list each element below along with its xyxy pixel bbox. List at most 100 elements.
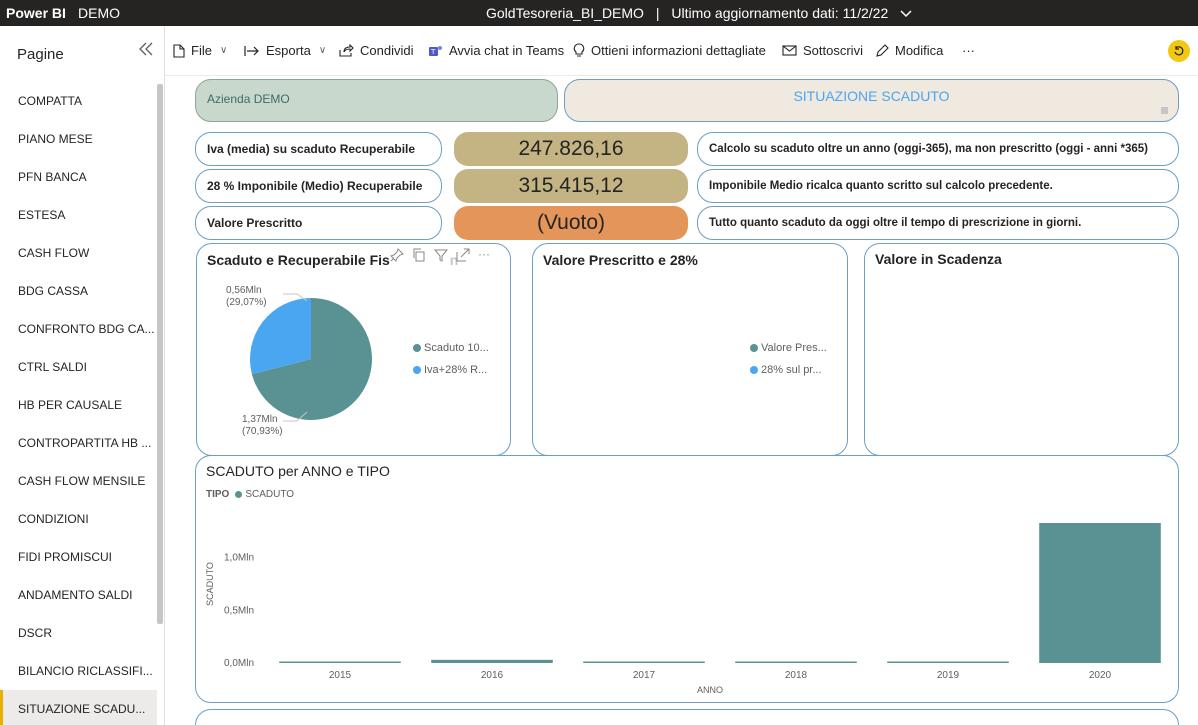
- lightbulb-icon: [573, 43, 585, 57]
- page-item[interactable]: DSCR: [0, 614, 157, 652]
- mail-icon: [782, 45, 797, 56]
- kpi-value: 247.826,16: [454, 132, 688, 166]
- kpi-label: 28 % Imponibile (Medio) Recuperabile: [195, 169, 442, 203]
- workspace-name[interactable]: DEMO: [78, 5, 120, 21]
- edit-label: Modifica: [895, 43, 944, 58]
- file-label: File: [191, 43, 212, 58]
- bar-2019[interactable]: [887, 661, 1009, 664]
- report-title: SITUAZIONE SCADUTO: [793, 88, 950, 104]
- chevron-down-icon[interactable]: [900, 5, 912, 21]
- page-item[interactable]: ANDAMENTO SALDI: [0, 576, 157, 614]
- legend-dot: [413, 344, 421, 352]
- kpi-value: (Vuoto): [454, 206, 688, 240]
- last-update: Ultimo aggiornamento dati: 11/2/22: [671, 5, 889, 21]
- pages-scrollbar[interactable]: [157, 84, 163, 624]
- page-item[interactable]: CONFRONTO BDG CA...: [0, 310, 157, 348]
- pages-pane: Pagine COMPATTA PIANO MESE PFN BANCA EST…: [0, 26, 165, 725]
- export-menu[interactable]: Esporta ∨: [244, 43, 326, 58]
- legend-item[interactable]: Valore Pres...: [750, 342, 827, 354]
- bar-2018[interactable]: [735, 661, 857, 664]
- title-separator: |: [655, 5, 660, 21]
- x-tick-label: 2019: [937, 670, 960, 681]
- visual-title: Valore Prescritto e 28%: [543, 252, 698, 268]
- pie-visual[interactable]: Scaduto e Recuperabile Fis n ··· 0,56Mln…: [196, 243, 511, 456]
- bar-2017[interactable]: [583, 661, 705, 664]
- report-name: GoldTesoreria_BI_DEMO: [486, 5, 644, 21]
- page-item-active[interactable]: SITUAZIONE SCADU...: [0, 690, 157, 725]
- teams-label: Avvia chat in Teams: [449, 43, 565, 58]
- bar-2016[interactable]: [431, 659, 553, 663]
- legend-dot: [750, 366, 758, 374]
- company-name: Azienda DEMO: [207, 92, 290, 106]
- legend-label: Scaduto 10...: [424, 342, 489, 354]
- reset-icon[interactable]: [1168, 40, 1190, 62]
- action-bar: File ∨ Esporta ∨ Condividi T Avvia chat …: [165, 26, 1198, 76]
- page-item[interactable]: PFN BANCA: [0, 158, 157, 196]
- edit-button[interactable]: Modifica: [875, 43, 943, 58]
- page-item[interactable]: BDG CASSA: [0, 272, 157, 310]
- teams-icon: T: [429, 45, 442, 56]
- legend-item[interactable]: Iva+28% R...: [413, 364, 487, 376]
- bottom-visual: [195, 709, 1179, 725]
- x-tick-label: 2015: [329, 670, 352, 681]
- svg-text:T: T: [430, 48, 436, 56]
- kpi-note: Tutto quanto scaduto da oggi oltre il te…: [697, 206, 1179, 240]
- pie-label-percent: (29,07%): [226, 297, 267, 308]
- legend-label: 28% sul pr...: [761, 364, 822, 376]
- pie-label-value: 1,37Mln: [242, 414, 278, 425]
- y-tick-label: 0,0Mln: [224, 658, 254, 669]
- title-bar: Power BI DEMO GoldTesoreria_BI_DEMO | Ul…: [0, 0, 1198, 26]
- scadenza-visual[interactable]: Valore in Scadenza: [864, 243, 1179, 456]
- share-button[interactable]: Condividi: [339, 43, 413, 58]
- teams-chat-button[interactable]: T Avvia chat in Teams: [428, 43, 564, 58]
- share-label: Condividi: [360, 43, 414, 58]
- share-icon: [339, 44, 354, 57]
- report-canvas: Azienda DEMO SITUAZIONE SCADUTO Iva (med…: [166, 77, 1198, 725]
- bar-2015[interactable]: [279, 661, 401, 664]
- y-tick-label: 0,5Mln: [224, 605, 254, 616]
- page-item[interactable]: HB PER CAUSALE: [0, 386, 157, 424]
- page-item[interactable]: FIDI PROMISCUI: [0, 538, 157, 576]
- page-item[interactable]: COMPATTA: [0, 82, 157, 120]
- pie-label-small: 0,56Mln (29,07%): [226, 285, 267, 309]
- subscribe-button[interactable]: Sottoscrivi: [782, 43, 863, 58]
- legend-item[interactable]: Scaduto 10...: [413, 342, 489, 354]
- page-item[interactable]: CONTROPARTITA HB ...: [0, 424, 157, 462]
- prescritto-visual[interactable]: Valore Prescritto e 28% Valore Pres... 2…: [532, 243, 848, 456]
- app-brand[interactable]: Power BI: [6, 5, 66, 21]
- y-tick-label: 1,0Mln: [224, 553, 254, 564]
- page-item[interactable]: CONDIZIONI: [0, 500, 157, 538]
- page-item[interactable]: BILANCIO RICLASSIFI...: [0, 652, 157, 690]
- report-header[interactable]: GoldTesoreria_BI_DEMO | Ultimo aggiornam…: [486, 5, 912, 21]
- company-header: Azienda DEMO: [195, 79, 558, 122]
- insights-label: Ottieni informazioni dettagliate: [591, 43, 766, 58]
- resize-handle-icon: [1161, 107, 1168, 114]
- x-tick-label: 2018: [785, 670, 808, 681]
- legend-item[interactable]: 28% sul pr...: [750, 364, 822, 376]
- more-options-button[interactable]: ···: [962, 43, 975, 58]
- legend-dot: [750, 344, 758, 352]
- report-title-box: SITUAZIONE SCADUTO: [564, 79, 1179, 122]
- bar-2020[interactable]: [1039, 523, 1161, 663]
- pages-list: COMPATTA PIANO MESE PFN BANCA ESTESA CAS…: [0, 82, 157, 725]
- page-item[interactable]: PIANO MESE: [0, 120, 157, 158]
- visual-title: Valore in Scadenza: [875, 251, 1002, 267]
- page-item[interactable]: CASH FLOW MENSILE: [0, 462, 157, 500]
- file-menu[interactable]: File ∨: [173, 43, 227, 58]
- file-icon: [173, 43, 185, 58]
- pie-label-value: 0,56Mln: [226, 285, 262, 296]
- x-tick-label: 2017: [633, 670, 656, 681]
- kpi-label: Valore Prescritto: [195, 206, 442, 240]
- page-item[interactable]: ESTESA: [0, 196, 157, 234]
- y-axis-label: SCADUTO: [205, 562, 215, 606]
- insights-button[interactable]: Ottieni informazioni dettagliate: [573, 43, 766, 58]
- legend-label: Valore Pres...: [761, 342, 827, 354]
- x-axis-label: ANNO: [697, 685, 723, 695]
- page-item[interactable]: CASH FLOW: [0, 234, 157, 272]
- bar-chart: 0,0Mln 0,5Mln 1,0Mln 2015 2016 2017 2018 2019 20…: [205, 523, 1161, 695]
- bar-visual[interactable]: SCADUTO per ANNO e TIPO TIPO SCADUTO 0,0…: [195, 455, 1179, 703]
- collapse-pane-icon[interactable]: [138, 40, 154, 61]
- page-item[interactable]: CTRL SALDI: [0, 348, 157, 386]
- kpi-note: Imponibile Medio ricalca quanto scritto …: [697, 169, 1179, 203]
- pie-label-percent: (70,93%): [242, 426, 283, 437]
